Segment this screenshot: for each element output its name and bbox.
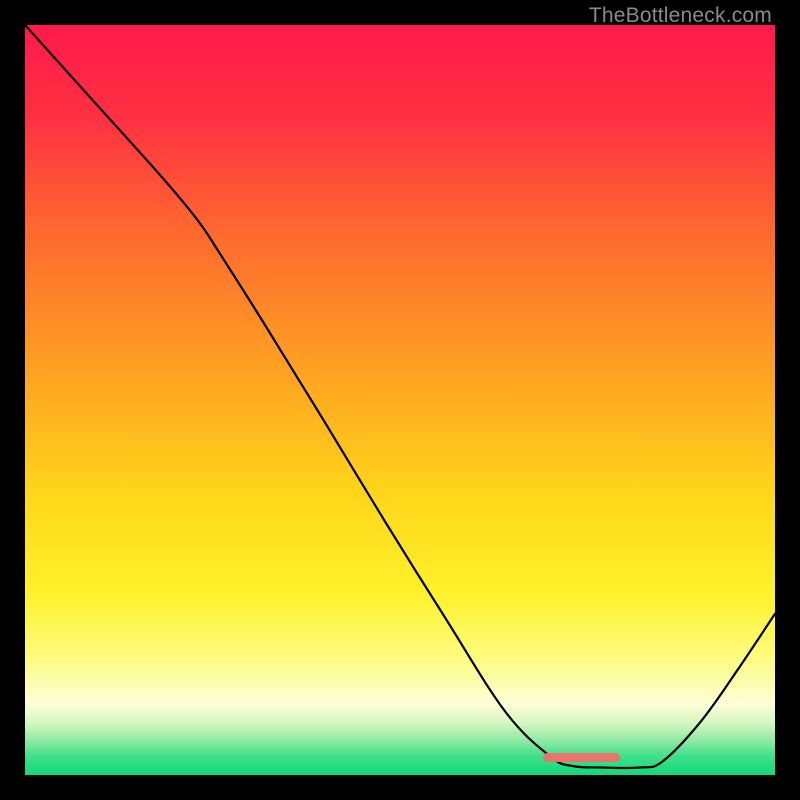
bottleneck-curve xyxy=(25,25,775,768)
chart-frame: TheBottleneck.com xyxy=(0,0,800,800)
plot-area xyxy=(25,25,775,775)
optimal-zone-marker xyxy=(543,753,620,762)
curve-layer xyxy=(25,25,775,775)
